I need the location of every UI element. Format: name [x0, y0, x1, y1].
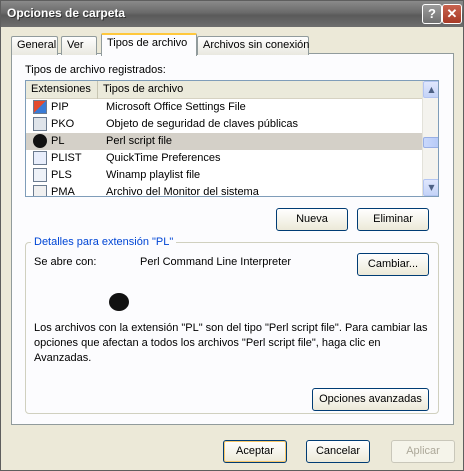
column-header-extensions[interactable]: Extensiones — [26, 81, 98, 99]
scroll-up-icon[interactable]: ▲ — [423, 81, 438, 98]
description-line-3: Avanzadas. — [34, 352, 92, 364]
extension-cell: PMA — [51, 186, 75, 197]
file-type-cell: Perl script file — [106, 135, 173, 147]
certificate-icon — [33, 117, 47, 131]
vertical-scrollbar[interactable]: ▲ ▼ — [422, 81, 438, 196]
list-item-selected[interactable]: PL Perl script file — [26, 133, 422, 150]
monitor-file-icon — [33, 185, 47, 196]
list-item[interactable]: PKO Objeto de seguridad de claves públic… — [26, 116, 422, 133]
extension-cell: PLS — [51, 169, 72, 181]
list-item[interactable]: PMA Archivo del Monitor del sistema — [26, 184, 422, 197]
file-type-cell: Objeto de seguridad de claves públicas — [106, 118, 299, 130]
file-type-cell: Winamp playlist file — [106, 169, 201, 181]
quicktime-icon — [33, 151, 47, 165]
opens-with-value: Perl Command Line Interpreter — [140, 256, 292, 268]
file-type-cell: Microsoft Office Settings File — [106, 101, 246, 113]
extension-cell: PLIST — [51, 152, 82, 164]
ok-button[interactable]: Aceptar — [223, 440, 287, 463]
cancel-button[interactable]: Cancelar — [306, 440, 370, 463]
file-type-cell: QuickTime Preferences — [106, 152, 221, 164]
delete-button[interactable]: Eliminar — [357, 208, 429, 231]
office-settings-icon — [33, 100, 47, 114]
details-title: Detalles para extensión "PL" — [31, 236, 177, 248]
playlist-icon — [33, 168, 47, 182]
close-button[interactable]: ✕ — [442, 4, 462, 24]
tab-archivos-sin-conexion[interactable]: Archivos sin conexión — [197, 36, 309, 55]
program-icon — [109, 293, 129, 311]
new-button[interactable]: Nueva — [276, 208, 348, 231]
window-title: Opciones de carpeta — [7, 6, 126, 20]
file-type-cell: Archivo del Monitor del sistema — [106, 186, 259, 197]
list-header: Extensiones Tipos de archivo — [26, 81, 422, 99]
change-button[interactable]: Cambiar... — [357, 253, 429, 276]
extension-cell: PIP — [51, 101, 69, 113]
registered-types-label: Tipos de archivo registrados: — [25, 64, 166, 76]
list-item[interactable]: PIP Microsoft Office Settings File — [26, 99, 422, 116]
column-header-file-types[interactable]: Tipos de archivo — [98, 81, 422, 99]
tab-general[interactable]: General — [11, 36, 58, 55]
extension-cell: PL — [51, 135, 65, 147]
title-bar[interactable]: Opciones de carpeta ? ✕ — [1, 1, 463, 27]
advanced-options-button[interactable]: Opciones avanzadas — [312, 388, 429, 411]
extension-cell: PKO — [51, 118, 75, 130]
list-item[interactable]: PLIST QuickTime Preferences — [26, 150, 422, 167]
tab-ver[interactable]: Ver — [61, 36, 97, 55]
folder-options-window: Opciones de carpeta ? ✕ General Ver Tipo… — [0, 0, 464, 471]
perl-file-icon — [33, 134, 47, 148]
help-button[interactable]: ? — [422, 4, 442, 24]
list-item[interactable]: PLS Winamp playlist file — [26, 167, 422, 184]
opens-with-label: Se abre con: — [34, 256, 97, 268]
file-types-list[interactable]: Extensiones Tipos de archivo PIP Microso… — [25, 80, 439, 197]
description-line-1: Los archivos con la extensión "PL" son d… — [34, 322, 428, 334]
tab-tipos-de-archivo[interactable]: Tipos de archivo — [101, 33, 197, 56]
scroll-thumb[interactable] — [423, 137, 438, 148]
scroll-down-icon[interactable]: ▼ — [423, 179, 438, 196]
apply-button[interactable]: Aplicar — [391, 440, 455, 463]
description-line-2: opciones que afectan a todos los archivo… — [34, 337, 381, 349]
